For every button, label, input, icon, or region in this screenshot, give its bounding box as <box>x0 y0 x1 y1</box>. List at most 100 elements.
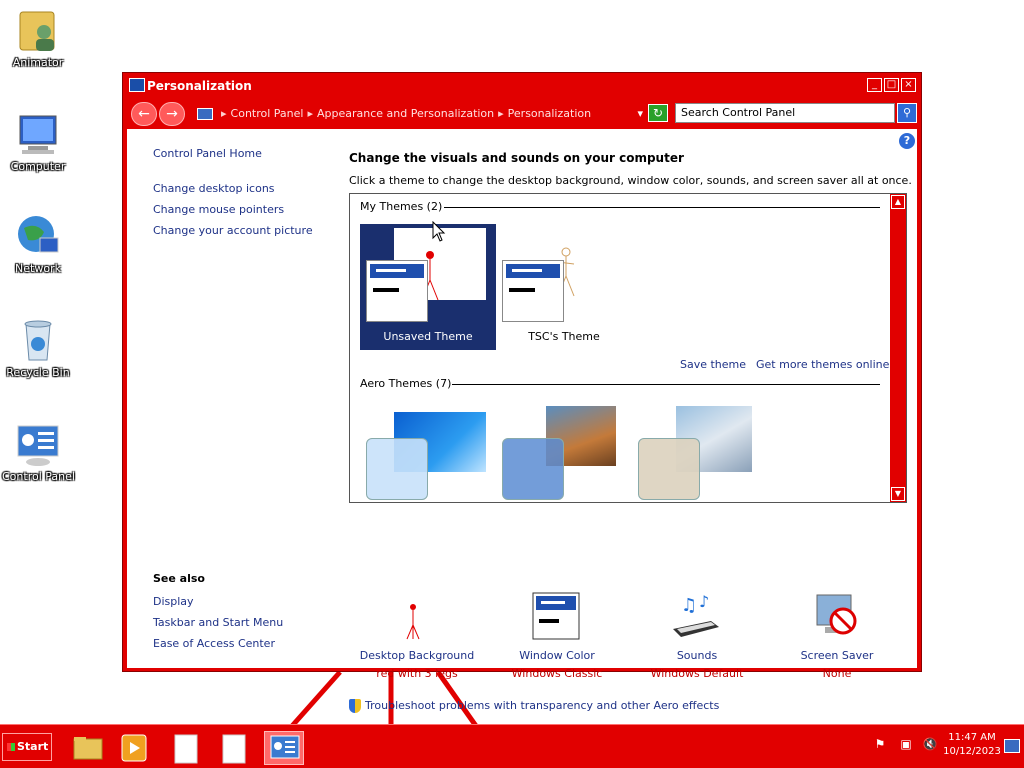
search-icon[interactable]: ⚲ <box>897 103 917 123</box>
taskbar-document-1[interactable] <box>166 731 206 765</box>
svg-text:♪: ♪ <box>699 592 709 611</box>
desktop-icon-label: Control Panel <box>2 470 75 483</box>
group-divider <box>444 207 880 208</box>
theme-unsaved[interactable]: Unsaved Theme <box>360 224 496 350</box>
desktop-icon-label: Network <box>15 262 61 275</box>
setting-value: Windows Default <box>650 667 744 680</box>
setting-name[interactable]: Window Color <box>487 649 627 662</box>
aero-theme-architecture[interactable] <box>496 402 632 502</box>
control-panel-home-link[interactable]: Control Panel Home <box>153 147 262 160</box>
content-area: Control Panel Home Change desktop icons … <box>127 129 917 713</box>
setting-value: Windows Classic <box>511 667 603 680</box>
taskbar-control-panel[interactable] <box>264 731 304 765</box>
breadcrumb-appearance[interactable]: Appearance and Personalization <box>317 107 494 120</box>
personalization-window: Personalization _ □ × ← → ▸ Control Panel… <box>122 72 922 713</box>
page-description: Click a theme to change the desktop back… <box>349 174 912 187</box>
desktop-icon-computer[interactable]: Computer <box>2 110 74 173</box>
show-desktop-button[interactable] <box>1004 739 1020 753</box>
setting-value: None <box>822 667 852 680</box>
screen-saver-icon <box>811 591 863 643</box>
clock[interactable]: 11:47 AM 10/12/2023 <box>940 731 1004 759</box>
network-globe-icon <box>14 212 62 260</box>
start-button[interactable]: Start <box>2 733 52 761</box>
window-title: Personalization <box>147 79 252 93</box>
user-folder-icon <box>14 6 62 54</box>
forward-button[interactable]: → <box>159 102 185 126</box>
setting-name[interactable]: Desktop Background <box>347 649 487 662</box>
desktop-icon-recycle-bin[interactable]: Recycle Bin <box>2 316 74 379</box>
control-panel-icon <box>14 420 62 468</box>
screen-saver-setting[interactable]: Screen Saver None <box>767 591 907 680</box>
maximize-button[interactable]: □ <box>884 78 899 92</box>
aero-themes-header: Aero Themes (7) <box>360 377 452 390</box>
chevron-right-icon: ▸ <box>498 107 504 120</box>
chevron-down-icon[interactable]: ▾ <box>637 103 643 125</box>
page-title: Change the visuals and sounds on your co… <box>349 151 684 165</box>
back-button[interactable]: ← <box>131 102 157 126</box>
breadcrumb-control-panel[interactable]: Control Panel <box>231 107 304 120</box>
sounds-setting[interactable]: ♫ ♪ Sounds Windows Default <box>627 591 767 680</box>
setting-name[interactable]: Sounds <box>627 649 767 662</box>
display-link[interactable]: Display <box>153 595 194 608</box>
themes-scrollbar[interactable]: ▲ ▼ <box>890 194 906 502</box>
chevron-right-icon: ▸ <box>307 107 313 120</box>
taskbar-media-player[interactable] <box>114 731 154 765</box>
desktop-icon-network[interactable]: Network <box>2 212 74 275</box>
theme-tsc[interactable]: TSC's Theme <box>496 224 632 350</box>
save-theme-link[interactable]: Save theme <box>680 358 746 371</box>
scroll-down-button[interactable]: ▼ <box>891 487 905 501</box>
taskbar-start-menu-link[interactable]: Taskbar and Start Menu <box>153 616 283 629</box>
get-more-themes-link[interactable]: Get more themes online <box>756 358 889 371</box>
window-preview <box>638 438 700 500</box>
recycle-bin-icon <box>14 316 62 364</box>
search-input[interactable]: Search Control Panel <box>675 103 895 123</box>
setting-name[interactable]: Screen Saver <box>767 649 907 662</box>
scroll-up-button[interactable]: ▲ <box>891 195 905 209</box>
taskbar: Start ⚑ ▣ 🔇 11:47 AM 10/12/2023 <box>0 724 1024 768</box>
window-preview <box>366 438 428 500</box>
change-desktop-icons-link[interactable]: Change desktop icons <box>153 182 275 195</box>
aero-theme-windows-7[interactable] <box>360 402 496 502</box>
folder-icon <box>73 737 103 760</box>
title-bar[interactable]: Personalization _ □ × <box>123 73 921 99</box>
window-color-setting[interactable]: Window Color Windows Classic <box>487 591 627 680</box>
theme-label: Unsaved Theme <box>383 330 473 343</box>
document-icon <box>222 734 246 764</box>
clock-date: 10/12/2023 <box>943 746 1001 757</box>
see-also-heading: See also <box>153 572 205 585</box>
control-panel-icon <box>197 108 213 120</box>
taskbar-explorer[interactable] <box>68 731 108 765</box>
refresh-button[interactable]: ↻ <box>648 104 668 122</box>
breadcrumb[interactable]: ▸ Control Panel ▸ Appearance and Personaliz… <box>197 103 643 125</box>
help-icon[interactable]: ? <box>899 133 915 149</box>
change-mouse-pointers-link[interactable]: Change mouse pointers <box>153 203 284 216</box>
media-player-icon <box>121 734 147 762</box>
computer-icon <box>14 110 62 158</box>
my-themes-header: My Themes (2) <box>360 200 443 213</box>
start-label: Start <box>17 740 49 753</box>
volume-muted-icon[interactable]: 🔇 <box>922 737 938 753</box>
window-preview <box>502 260 564 322</box>
troubleshoot-link[interactable]: Troubleshoot problems with transparency … <box>349 699 719 713</box>
desktop-icon-animator[interactable]: Animator <box>2 6 74 69</box>
desktop-background-setting[interactable]: Desktop Background red with 3 legs <box>347 591 487 680</box>
setting-value: red with 3 legs <box>376 667 458 680</box>
window-color-icon <box>531 591 583 643</box>
aero-theme-characters[interactable] <box>632 402 768 502</box>
desktop-icon-control-panel[interactable]: Control Panel <box>2 420 75 483</box>
troubleshoot-label: Troubleshoot problems with transparency … <box>365 699 720 712</box>
theme-label: TSC's Theme <box>528 330 600 343</box>
change-account-picture-link[interactable]: Change your account picture <box>153 224 313 237</box>
address-bar: ← → ▸ Control Panel ▸ Appearance and Person… <box>127 99 919 129</box>
minimize-button[interactable]: _ <box>867 78 882 92</box>
document-icon <box>174 734 198 764</box>
ease-of-access-link[interactable]: Ease of Access Center <box>153 637 275 650</box>
taskbar-document-2[interactable] <box>214 731 254 765</box>
breadcrumb-personalization[interactable]: Personalization <box>508 107 591 120</box>
chevron-right-icon: ▸ <box>221 107 227 120</box>
sounds-icon: ♫ ♪ <box>671 591 723 643</box>
action-center-flag-icon[interactable]: ⚑ <box>872 737 888 753</box>
shield-icon <box>349 699 361 713</box>
network-icon[interactable]: ▣ <box>898 737 914 753</box>
close-button[interactable]: × <box>901 78 916 92</box>
